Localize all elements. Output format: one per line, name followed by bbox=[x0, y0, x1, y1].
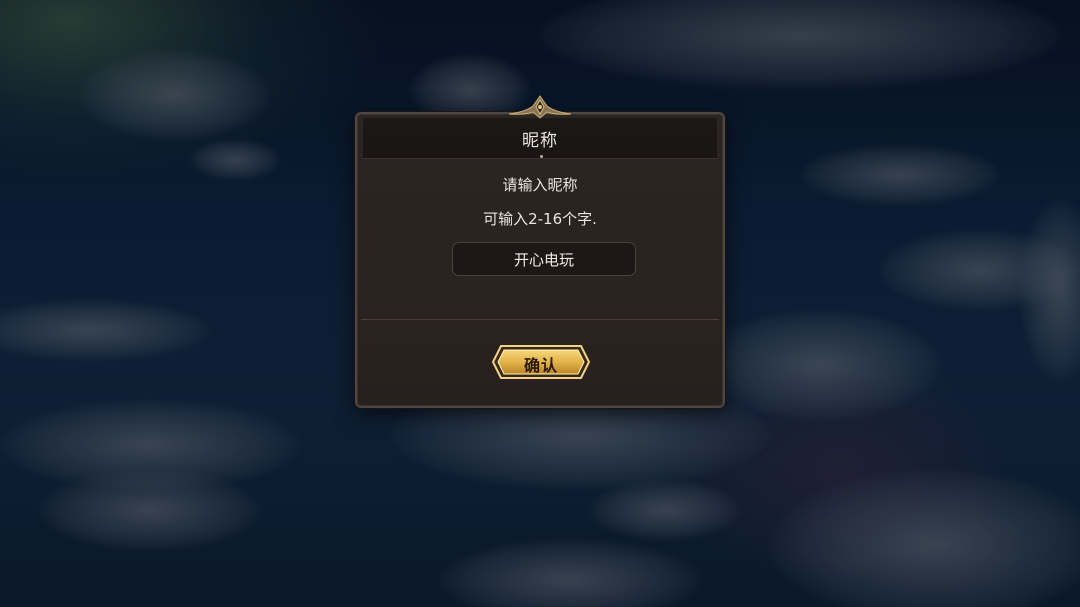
nickname-dialog: 昵称 请输入昵称 可输入2-16个字. 开心电玩 确认 bbox=[355, 95, 725, 408]
nickname-prompt: 请输入昵称 bbox=[502, 176, 578, 194]
nickname-length-hint: 可输入2-16个字. bbox=[483, 210, 597, 228]
crest-ornament-icon bbox=[508, 95, 572, 119]
dialog-header: 昵称 bbox=[363, 118, 717, 159]
game-background: 昵称 请输入昵称 可输入2-16个字. 开心电玩 确认 bbox=[0, 0, 1080, 607]
nickname-input[interactable] bbox=[452, 242, 636, 276]
confirm-button-label: 确认 bbox=[523, 356, 558, 375]
confirm-button[interactable]: 确认 bbox=[491, 344, 591, 380]
header-divider-dot bbox=[540, 155, 543, 158]
dialog-title: 昵称 bbox=[522, 130, 558, 151]
dialog-divider bbox=[361, 319, 719, 320]
